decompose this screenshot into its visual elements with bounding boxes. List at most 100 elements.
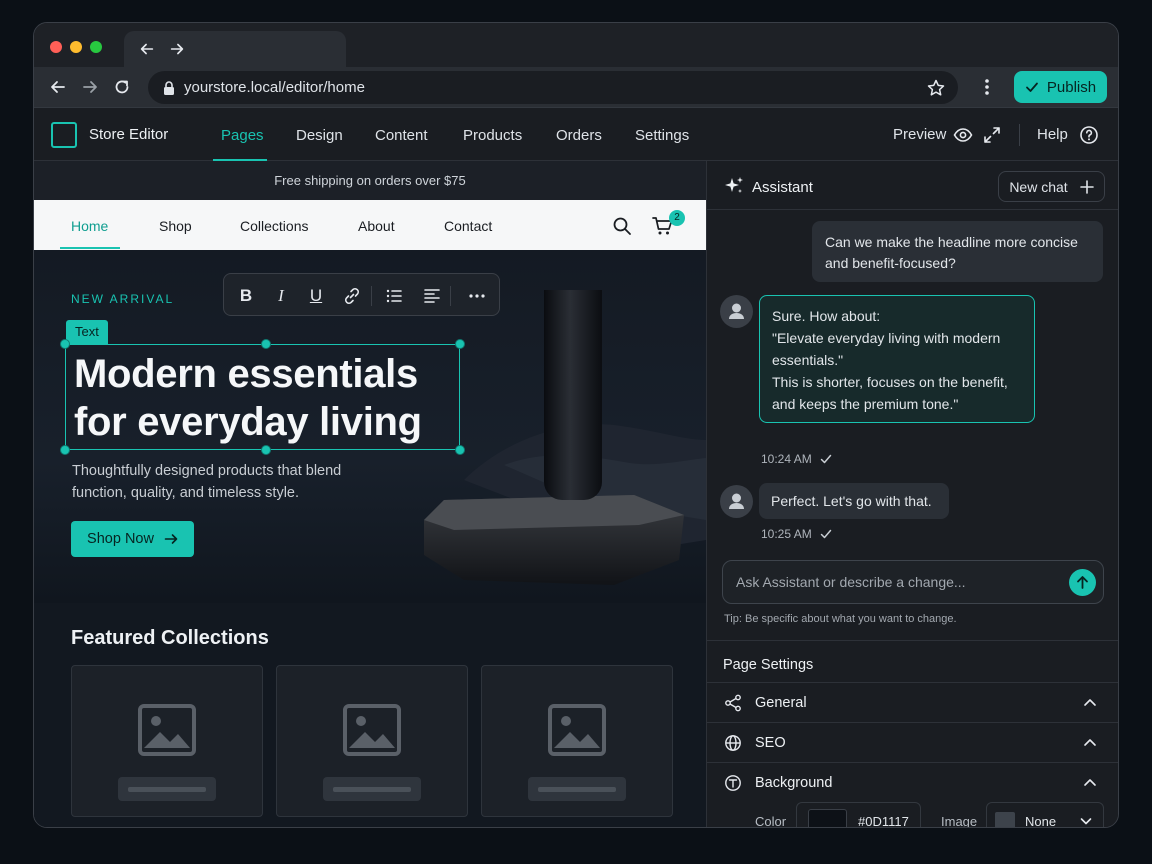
settings-section-seo[interactable]: SEO (707, 723, 1118, 763)
background-image-select[interactable]: None (986, 802, 1104, 828)
resize-handle[interactable] (60, 445, 70, 455)
resize-handle[interactable] (261, 339, 271, 349)
new-chat-button[interactable]: New chat (998, 171, 1105, 202)
image-thumbnail (995, 812, 1015, 827)
promo-bar[interactable]: Free shipping on orders over $75 (34, 161, 706, 200)
resize-handle[interactable] (60, 339, 70, 349)
assistant-message: Sure. How about: "Elevate everyday livin… (759, 295, 1035, 423)
chevron-up-icon[interactable] (1082, 695, 1098, 711)
message-timestamp: 10:25 AM (761, 527, 832, 541)
hero-section[interactable]: NEW ARRIVAL B I U Text Modern essentials… (34, 250, 706, 603)
url-field[interactable]: yourstore.local/editor/home (148, 71, 958, 104)
bullet-list-icon[interactable] (384, 286, 404, 306)
search-icon[interactable] (612, 216, 632, 236)
color-swatch[interactable] (808, 809, 847, 827)
menu-orders[interactable]: Orders (556, 127, 602, 144)
italic-icon[interactable]: I (271, 286, 291, 306)
header-divider (1019, 124, 1020, 146)
help-circle-icon[interactable] (1079, 125, 1099, 145)
arrow-right-icon[interactable] (168, 40, 186, 58)
expand-icon[interactable] (982, 125, 1002, 145)
back-button[interactable] (48, 77, 68, 97)
assistant-input-placeholder: Ask Assistant or describe a change... (736, 574, 966, 590)
collection-card[interactable] (276, 665, 468, 817)
menu-settings[interactable]: Settings (635, 127, 689, 144)
image-label: Image (941, 814, 978, 828)
link-icon[interactable] (342, 286, 362, 306)
card-label-placeholder (528, 777, 626, 801)
hero-eyebrow[interactable]: NEW ARRIVAL (71, 292, 174, 306)
help-link[interactable]: Help (1037, 126, 1068, 143)
resize-handle[interactable] (455, 339, 465, 349)
assistant-header: Assistant New chat (707, 161, 1118, 210)
image-select-value: None (1025, 814, 1057, 828)
new-chat-label: New chat (1009, 178, 1068, 195)
eye-icon[interactable] (953, 125, 973, 145)
featured-title[interactable]: Featured Collections (71, 627, 269, 650)
shop-now-label: Shop Now (87, 531, 154, 547)
assistant-input[interactable]: Ask Assistant or describe a change... (722, 560, 1104, 604)
collection-card[interactable] (71, 665, 263, 817)
cart-count-badge: 2 (669, 210, 685, 226)
settings-section-general[interactable]: General (707, 683, 1118, 723)
site-nav-home[interactable]: Home (71, 218, 108, 234)
color-hex-value[interactable]: #0D1117 (858, 814, 909, 827)
background-color-field[interactable]: #0D1117 (796, 802, 921, 827)
site-nav-shop[interactable]: Shop (159, 218, 192, 234)
more-vertical-icon[interactable] (977, 77, 997, 97)
featured-collections-section[interactable]: Featured Collections (34, 603, 706, 827)
assistant-panel: Assistant New chat Can we make the headl… (706, 161, 1118, 828)
collection-card[interactable] (481, 665, 673, 817)
send-button[interactable] (1069, 569, 1096, 596)
editor-canvas[interactable]: Free shipping on orders over $75 Home Sh… (34, 161, 706, 827)
menu-pages[interactable]: Pages (221, 127, 264, 144)
site-nav[interactable]: Home Shop Collections About Contact 2 (34, 200, 706, 250)
user-message: Can we make the headline more concise an… (812, 221, 1103, 282)
timestamp-text: 10:24 AM (761, 452, 812, 466)
close-window-button[interactable] (50, 41, 62, 53)
arrow-up-icon (1077, 576, 1088, 589)
share-icon (725, 694, 741, 712)
underline-icon[interactable]: U (306, 286, 326, 306)
shop-now-button[interactable]: Shop Now (71, 521, 194, 557)
section-label: Background (755, 775, 833, 791)
chevron-up-icon[interactable] (1082, 735, 1098, 751)
preview-button[interactable]: Preview (893, 126, 946, 143)
resize-handle[interactable] (261, 445, 271, 455)
menu-design[interactable]: Design (296, 127, 343, 144)
hero-headline[interactable]: Modern essentials for everyday living (74, 350, 454, 446)
timestamp-text: 10:25 AM (761, 527, 812, 541)
user-icon (729, 303, 744, 319)
hero-subtext[interactable]: Thoughtfully designed products that blen… (72, 460, 392, 504)
globe-icon (725, 735, 741, 751)
check-icon (820, 529, 831, 539)
chevron-up-icon[interactable] (1082, 775, 1098, 791)
publish-button[interactable]: Publish (1014, 71, 1107, 103)
browser-tab[interactable] (124, 31, 346, 67)
resize-handle[interactable] (455, 445, 465, 455)
selection-type-tag: Text (66, 320, 108, 344)
card-label-placeholder (323, 777, 421, 801)
browser-window: yourstore.local/editor/home Publish Stor… (33, 22, 1119, 828)
menu-products[interactable]: Products (463, 127, 522, 144)
message-line: essentials." (772, 352, 844, 368)
more-horizontal-icon[interactable] (467, 286, 487, 306)
assistant-message: Perfect. Let's go with that. (759, 483, 949, 519)
arrow-left-icon[interactable] (138, 40, 156, 58)
forward-button[interactable] (80, 77, 100, 97)
reload-button[interactable] (112, 77, 132, 97)
settings-section-background[interactable]: Background (707, 763, 1118, 803)
site-nav-about[interactable]: About (358, 218, 395, 234)
message-line: Sure. How about: (772, 308, 881, 324)
minimize-window-button[interactable] (70, 41, 82, 53)
bookmark-star-icon[interactable] (926, 78, 946, 98)
maximize-window-button[interactable] (90, 41, 102, 53)
site-nav-collections[interactable]: Collections (240, 218, 308, 234)
bold-icon[interactable]: B (236, 286, 256, 306)
site-nav-contact[interactable]: Contact (444, 218, 492, 234)
sparkles-icon (725, 177, 743, 193)
menu-content[interactable]: Content (375, 127, 428, 144)
section-label: SEO (755, 735, 786, 751)
align-left-icon[interactable] (422, 286, 442, 306)
toolbar-divider (450, 286, 451, 306)
